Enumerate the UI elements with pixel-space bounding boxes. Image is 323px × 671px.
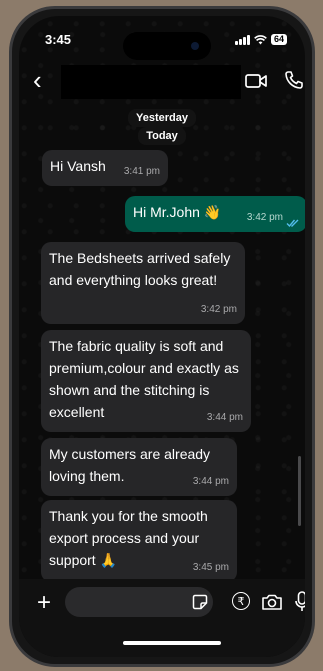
chat-header: ‹ [19, 62, 305, 102]
read-ticks-icon [286, 219, 299, 228]
message-bubble-incoming[interactable]: Thank you for the smooth export process … [41, 500, 237, 582]
chat-screen: 3:45 64 ‹ Yesterday Today Hi Vansh 3:41 … [19, 16, 305, 657]
video-call-icon[interactable] [245, 72, 267, 90]
status-time: 3:45 [45, 32, 72, 47]
status-bar: 3:45 64 [19, 16, 305, 60]
message-bubble-incoming[interactable]: The fabric quality is soft and premium,c… [41, 330, 251, 432]
message-time: 3:44 pm [206, 412, 243, 423]
message-time: 3:42 pm [200, 304, 237, 315]
payment-rupee-icon[interactable]: ₹ [232, 592, 250, 610]
message-text: The Bedsheets arrived safely and everyth… [49, 250, 231, 288]
dynamic-island [123, 32, 211, 60]
message-time: 3:45 pm [192, 562, 229, 573]
sticker-icon[interactable] [192, 594, 208, 610]
battery-level: 64 [270, 34, 287, 45]
home-indicator[interactable] [123, 641, 221, 645]
wifi-icon [254, 34, 267, 44]
voice-call-icon[interactable] [284, 70, 304, 90]
message-bubble-incoming[interactable]: My customers are already loving them. 3:… [41, 438, 237, 496]
message-time: 3:42 pm [246, 212, 283, 223]
message-composer: + ₹ [19, 579, 305, 657]
microphone-icon[interactable] [295, 591, 305, 613]
back-chevron-icon[interactable]: ‹ [33, 67, 42, 93]
date-chip-today: Today [19, 127, 305, 145]
date-chip-yesterday: Yesterday [19, 109, 305, 127]
front-camera-icon [191, 42, 199, 50]
message-time: 3:44 pm [192, 476, 229, 487]
contact-name-redacted[interactable] [61, 65, 241, 99]
scrollbar[interactable] [298, 456, 301, 526]
message-bubble-outgoing[interactable]: Hi Mr.John 👋 3:42 pm [125, 196, 305, 232]
phone-frame: 3:45 64 ‹ Yesterday Today Hi Vansh 3:41 … [9, 6, 315, 667]
message-input[interactable] [65, 587, 213, 617]
plus-icon[interactable]: + [37, 591, 51, 615]
message-bubble-incoming[interactable]: The Bedsheets arrived safely and everyth… [41, 242, 245, 324]
signal-icon [234, 34, 250, 45]
camera-icon[interactable] [261, 593, 283, 611]
message-bubble-incoming[interactable]: Hi Vansh 3:41 pm [42, 150, 168, 186]
status-icons: 64 [234, 34, 287, 45]
message-time: 3:41 pm [123, 166, 160, 177]
